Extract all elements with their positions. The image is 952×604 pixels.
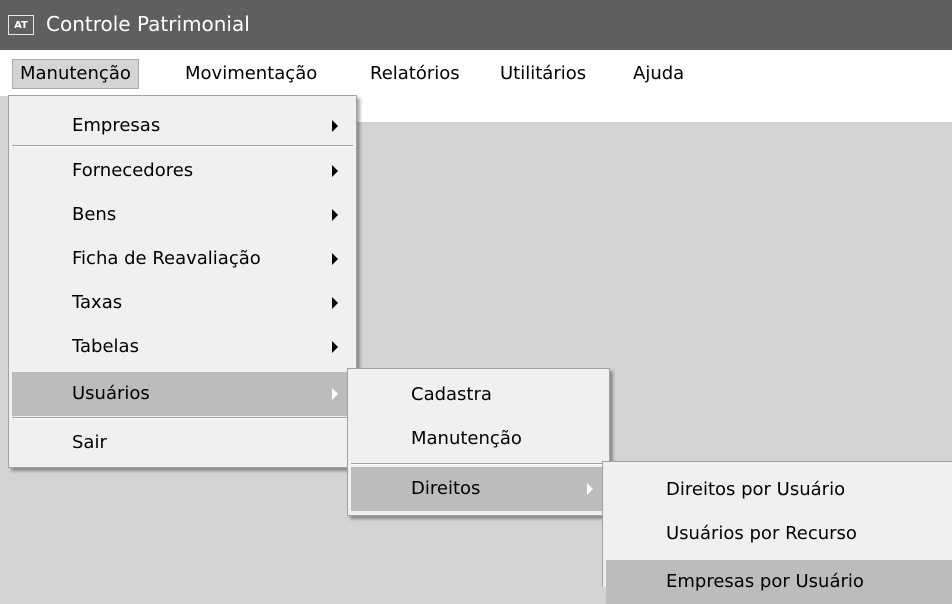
menu-item-tabelas[interactable]: Tabelas [12,325,353,369]
submenu-arrow-icon [332,253,338,265]
menu-separator [12,417,353,419]
menu-item-label: Taxas [72,292,123,313]
menu-movimentacao[interactable]: Movimentação [178,59,324,89]
menu-utilitarios[interactable]: Utilitários [493,59,593,89]
menu-item-bens[interactable]: Bens [12,193,353,237]
menu-item-label: Fornecedores [72,160,194,181]
menu-item-direitos[interactable]: Direitos [351,467,606,511]
title-bar: AT Controle Patrimonial [0,0,952,50]
menu-separator [351,463,606,465]
menu-item-label: Bens [72,204,117,225]
window-title: Controle Patrimonial [46,12,250,36]
menu-item-label: Empresas [72,115,161,136]
menu-item-label: Usuários por Recurso [666,523,857,544]
direitos-submenu: Direitos por Usuário Usuários por Recurs… [602,461,952,604]
submenu-arrow-icon [332,297,338,309]
toolbar-strip [355,96,952,122]
menu-relatorios[interactable]: Relatórios [363,59,467,89]
menu-item-sair[interactable]: Sair [12,421,353,465]
menu-ajuda[interactable]: Ajuda [626,59,691,89]
menu-item-label: Tabelas [72,336,139,357]
menu-item-empresas-por-usuario[interactable]: Empresas por Usuário [606,560,952,604]
menu-item-label: Usuários [72,383,150,404]
menu-item-label: Ficha de Reavaliação [72,248,261,269]
menu-item-fornecedores[interactable]: Fornecedores [12,149,353,193]
menu-bar: Manutenção Movimentação Relatórios Utili… [0,50,952,96]
submenu-arrow-icon [587,483,593,495]
menu-item-taxas[interactable]: Taxas [12,281,353,325]
menu-item-label: Direitos por Usuário [666,479,846,500]
menu-item-manutencao[interactable]: Manutenção [351,417,606,461]
menu-item-label: Empresas por Usuário [666,571,864,592]
menu-manutencao[interactable]: Manutenção [12,59,139,89]
submenu-arrow-icon [332,209,338,221]
submenu-arrow-icon [332,165,338,177]
app-icon: AT [8,15,34,35]
manutencao-dropdown: Empresas Fornecedores Bens Ficha de Reav… [8,95,357,468]
menu-item-usuarios[interactable]: Usuários [12,372,353,416]
submenu-arrow-icon [332,341,338,353]
submenu-arrow-icon [332,120,338,132]
submenu-arrow-icon [332,388,338,400]
menu-item-label: Direitos [411,478,481,499]
menu-item-label: Manutenção [411,428,522,449]
menu-item-ficha-reavaliacao[interactable]: Ficha de Reavaliação [12,237,353,281]
menu-separator [12,145,353,147]
menu-item-label: Sair [72,432,107,453]
menu-item-usuarios-por-recurso[interactable]: Usuários por Recurso [606,512,952,556]
menu-item-label: Cadastra [411,384,492,405]
usuarios-submenu: Cadastra Manutenção Direitos [347,368,610,516]
menu-item-direitos-por-usuario[interactable]: Direitos por Usuário [606,468,952,512]
menu-item-empresas[interactable]: Empresas [12,104,353,148]
menu-item-cadastra[interactable]: Cadastra [351,373,606,417]
